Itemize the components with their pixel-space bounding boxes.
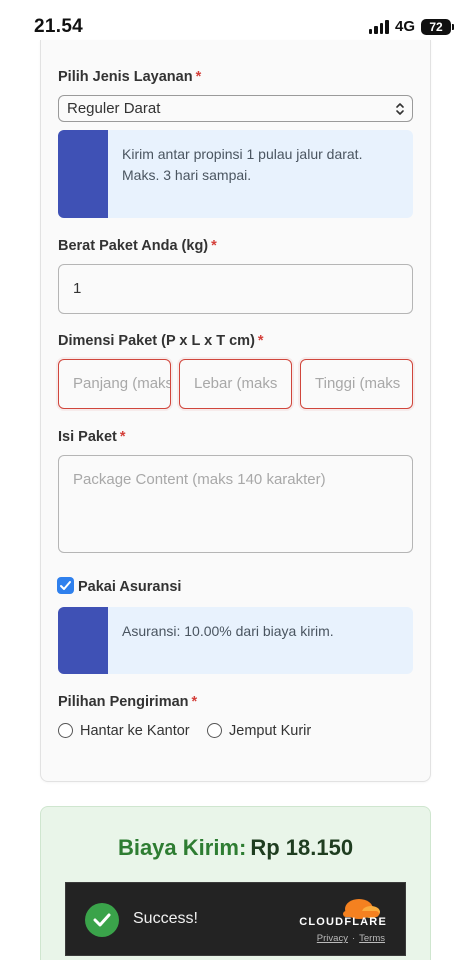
captcha-status: Success! bbox=[133, 910, 198, 927]
insurance-info-box: Asuransi: 10.00% dari biaya kirim. bbox=[58, 607, 413, 674]
terms-link[interactable]: Terms bbox=[359, 933, 385, 944]
insurance-info-text: Asuransi: 10.00% dari biaya kirim. bbox=[122, 623, 334, 639]
service-select[interactable]: Reguler Darat bbox=[58, 95, 413, 122]
delivery-label: Pilihan Pengiriman * bbox=[58, 694, 197, 710]
required-mark: * bbox=[191, 694, 198, 710]
network-type: 4G bbox=[394, 18, 415, 35]
insurance-label[interactable]: Pakai Asuransi bbox=[78, 579, 181, 595]
cloudflare-turnstile-widget[interactable]: Success! CLOUDFLARE Privacy · Terms bbox=[65, 882, 406, 956]
info-stripe bbox=[58, 607, 108, 674]
contents-textarea[interactable]: Package Content (maks 140 karakter) bbox=[58, 455, 413, 553]
weight-label-text: Berat Paket Anda (kg) bbox=[58, 238, 209, 254]
service-label-text: Pilih Jenis Layanan bbox=[58, 69, 193, 85]
shipping-cost: Biaya Kirim: Rp 18.150 bbox=[0, 835, 471, 861]
length-placeholder: Panjang (maks bbox=[73, 375, 170, 392]
service-label: Pilih Jenis Layanan * bbox=[58, 69, 201, 85]
radio-label-courier-pickup[interactable]: Jemput Kurir bbox=[229, 723, 311, 739]
cost-label: Biaya Kirim: bbox=[117, 835, 247, 860]
service-info-text: Kirim antar propinsi 1 pulau jalur darat… bbox=[122, 146, 363, 183]
weight-input[interactable]: 1 bbox=[58, 264, 413, 314]
cost-amount: Rp 18.150 bbox=[250, 835, 354, 860]
dimension-label-text: Dimensi Paket (P x L x T cm) bbox=[58, 333, 255, 349]
status-time: 21.54 bbox=[34, 16, 84, 37]
link-separator: · bbox=[351, 933, 356, 944]
height-input[interactable]: Tinggi (maks bbox=[300, 359, 413, 409]
chevron-up-down-icon bbox=[396, 103, 404, 115]
battery-icon: 72 bbox=[421, 18, 454, 35]
required-mark: * bbox=[257, 333, 264, 349]
radio-courier-pickup[interactable] bbox=[207, 723, 222, 738]
insurance-checkbox[interactable] bbox=[57, 577, 74, 594]
contents-label-text: Isi Paket bbox=[58, 429, 117, 445]
delivery-label-text: Pilihan Pengiriman bbox=[58, 694, 189, 710]
weight-label: Berat Paket Anda (kg) * bbox=[58, 238, 217, 254]
contents-placeholder: Package Content (maks 140 karakter) bbox=[73, 471, 326, 488]
height-placeholder: Tinggi (maks bbox=[315, 375, 401, 392]
cloudflare-wordmark: CLOUDFLARE bbox=[299, 916, 387, 928]
required-mark: * bbox=[195, 69, 202, 85]
length-input[interactable]: Panjang (maks bbox=[58, 359, 171, 409]
service-info-box: Kirim antar propinsi 1 pulau jalur darat… bbox=[58, 130, 413, 218]
width-placeholder: Lebar (maks bbox=[194, 375, 278, 392]
weight-value: 1 bbox=[73, 280, 82, 297]
radio-label-office-dropoff[interactable]: Hantar ke Kantor bbox=[80, 723, 190, 739]
service-selected-value: Reguler Darat bbox=[67, 100, 161, 117]
status-icons: 4G 72 bbox=[368, 18, 454, 35]
success-check-icon bbox=[85, 903, 119, 937]
dimension-label: Dimensi Paket (P x L x T cm) * bbox=[58, 333, 264, 349]
cloudflare-links: Privacy · Terms bbox=[317, 933, 385, 944]
checkmark-icon bbox=[60, 581, 71, 590]
required-mark: * bbox=[211, 238, 217, 254]
radio-office-dropoff[interactable] bbox=[58, 723, 73, 738]
info-stripe bbox=[58, 130, 108, 218]
privacy-link[interactable]: Privacy bbox=[317, 933, 348, 944]
width-input[interactable]: Lebar (maks bbox=[179, 359, 292, 409]
required-mark: * bbox=[119, 429, 126, 445]
cellular-signal-icon bbox=[368, 19, 389, 34]
contents-label: Isi Paket * bbox=[58, 429, 126, 445]
